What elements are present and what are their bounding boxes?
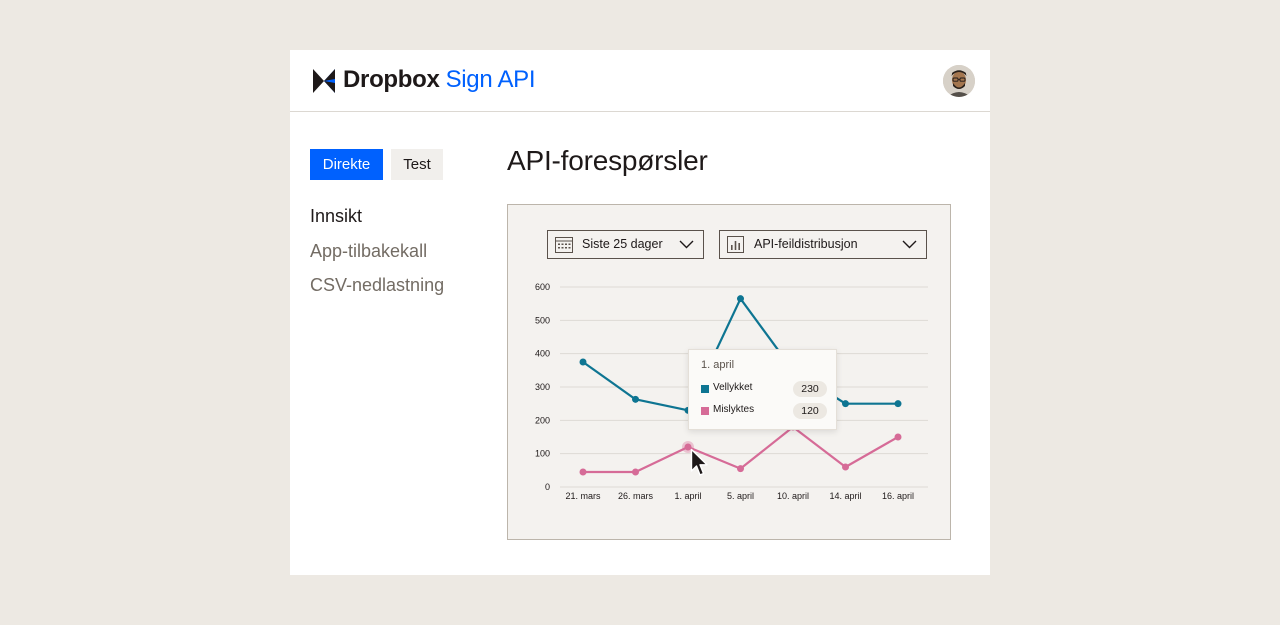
data-point [632,395,639,403]
x-tick-label: 16. april [882,491,914,501]
data-point [737,465,744,473]
tab-direkte[interactable]: Direkte [310,149,383,180]
data-point [894,433,902,441]
data-point [579,358,587,366]
dropbox-logo-icon [313,69,335,93]
tooltip-row-value: 230 [793,381,827,397]
x-tick-label: 1. april [674,491,701,501]
x-tick-label: 10. april [777,491,809,501]
failed-swatch [701,407,709,415]
success-swatch [701,385,709,393]
x-tick-label: 5. april [727,491,754,501]
y-tick-label: 0 [545,482,550,492]
tab-test[interactable]: Test [391,149,443,180]
tooltip-row-success: Vellykket 230 [701,381,827,399]
sidebar-item-innsikt[interactable]: Innsikt [310,205,362,227]
product-name: Sign API [445,66,536,93]
data-point [632,468,639,476]
y-tick-label: 200 [535,415,550,425]
data-point [579,468,587,476]
data-point [894,400,902,408]
data-point [737,295,744,303]
chart-tooltip: 1. april Vellykket 230 Mislyktes 120 [688,349,837,430]
y-tick-label: 400 [535,349,550,359]
y-tick-label: 600 [535,282,550,292]
x-tick-label: 26. mars [618,491,654,501]
tooltip-row-label: Mislyktes [713,404,755,415]
mouse-pointer-icon [690,448,708,476]
x-tick-label: 21. mars [565,491,601,501]
chart-panel: Siste 25 dager API-feildistribusjon 0 100… [507,204,951,540]
brand-name: Dropbox [343,66,440,93]
user-avatar[interactable] [943,65,975,97]
sidebar-item-csv-nedlastning[interactable]: CSV-nedlastning [310,274,444,296]
tooltip-row-label: Vellykket [713,382,753,393]
top-bar: Dropbox Sign API [290,50,990,112]
tooltip-row-failed: Mislyktes 120 [701,403,827,421]
x-tick-label: 14. april [829,491,861,501]
brand-wordmark[interactable]: Dropbox Sign API [343,66,536,94]
app-window: Dropbox Sign API Direkte Test Innsikt App… [290,50,990,575]
avatar-image [943,65,975,97]
tooltip-row-value: 120 [793,403,827,419]
y-tick-label: 500 [535,315,550,325]
tooltip-title: 1. april [701,359,735,371]
sidebar-item-app-tilbakekall[interactable]: App-tilbakekall [310,240,427,262]
y-tick-label: 100 [535,449,550,459]
y-tick-label: 300 [535,382,550,392]
data-point [842,463,849,471]
data-point [842,400,849,408]
page-title: API-forespørsler [507,145,708,176]
